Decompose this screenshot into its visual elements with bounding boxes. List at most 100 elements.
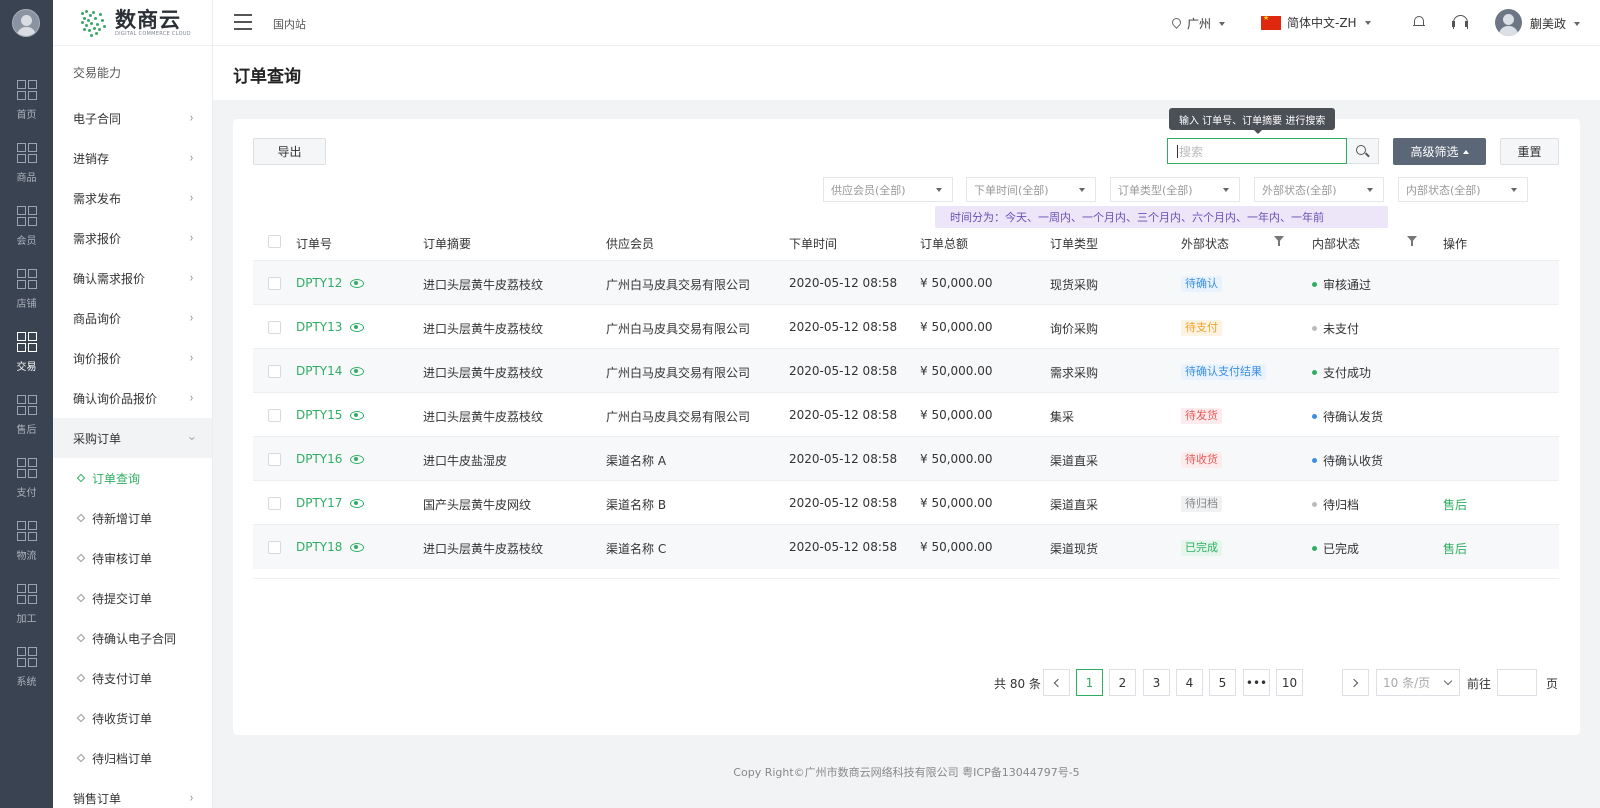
nav-item[interactable]: 电子合同 › xyxy=(53,98,212,138)
order-number-link[interactable]: DPTY18 xyxy=(296,540,365,554)
brand-logo[interactable]: 数商云 DIGITAL COMMERCE CLOUD xyxy=(53,0,212,46)
row-checkbox[interactable] xyxy=(268,497,281,510)
user-avatar[interactable] xyxy=(1495,9,1522,36)
order-number: DPTY16 xyxy=(296,452,343,466)
eye-icon[interactable] xyxy=(350,410,365,420)
footer-copyright: Copy Right©广州市数商云网络科技有限公司 粤ICP备13044797号… xyxy=(733,766,1080,779)
row-checkbox[interactable] xyxy=(268,365,281,378)
avatar[interactable] xyxy=(12,9,40,37)
goto-page-input[interactable] xyxy=(1497,669,1537,696)
order-number-link[interactable]: DPTY17 xyxy=(296,496,365,510)
advanced-filter-button[interactable]: 高级筛选 xyxy=(1393,138,1486,165)
menu-toggle-icon[interactable] xyxy=(234,14,252,30)
eye-icon[interactable] xyxy=(350,542,365,552)
status-dot xyxy=(1312,458,1317,463)
filter-icon[interactable] xyxy=(1407,236,1417,246)
select-all-checkbox[interactable] xyxy=(268,235,281,248)
eye-icon[interactable] xyxy=(350,366,365,376)
filter-select-3[interactable]: 外部状态(全部) xyxy=(1254,177,1384,202)
row-checkbox[interactable] xyxy=(268,453,281,466)
search-icon[interactable] xyxy=(1347,138,1379,164)
prev-page-button[interactable] xyxy=(1043,669,1070,696)
language-selector[interactable]: 简体中文-ZH xyxy=(1261,14,1371,31)
row-checkbox[interactable] xyxy=(268,321,281,334)
page-button[interactable]: 4 xyxy=(1176,669,1203,696)
user-menu[interactable]: 蒯美政 xyxy=(1530,15,1581,32)
nav-item-purchase-orders[interactable]: 采购订单 › xyxy=(53,418,212,458)
page-button[interactable]: 5 xyxy=(1209,669,1236,696)
nav-item[interactable]: 需求发布 › xyxy=(53,178,212,218)
advanced-filter-label: 高级筛选 xyxy=(1410,145,1459,159)
rail-item-6[interactable]: 支付 xyxy=(0,448,53,510)
after-sales-link[interactable]: 售后 xyxy=(1443,540,1467,557)
row-checkbox[interactable] xyxy=(268,541,281,554)
bell-icon[interactable] xyxy=(1413,15,1425,29)
page-size-select[interactable]: 10 条/页 xyxy=(1376,669,1460,696)
nav-sub-item[interactable]: 待归档订单 xyxy=(53,738,212,778)
nav-sub-item[interactable]: 待提交订单 xyxy=(53,578,212,618)
rail-item-5[interactable]: 售后 xyxy=(0,385,53,447)
int-status-text: 审核通过 xyxy=(1323,278,1372,292)
filter-select-4[interactable]: 内部状态(全部) xyxy=(1398,177,1528,202)
cell-ext-status: 待确认 xyxy=(1181,276,1222,292)
rail-item-3[interactable]: 店铺 xyxy=(0,259,53,321)
search-input[interactable]: 搜索 xyxy=(1167,138,1347,164)
nav-sub-label: 待提交订单 xyxy=(92,591,153,606)
rail-item-0[interactable]: 首页 xyxy=(0,70,53,132)
grid-icon xyxy=(16,395,37,415)
nav-item[interactable]: 进销存 › xyxy=(53,138,212,178)
nav-sub-item[interactable]: 待审核订单 xyxy=(53,538,212,578)
rail-item-9[interactable]: 系统 xyxy=(0,637,53,699)
page-button[interactable]: 3 xyxy=(1143,669,1170,696)
chevron-right-icon: › xyxy=(189,110,194,126)
page-button[interactable]: 10 xyxy=(1276,669,1303,696)
rail-item-4[interactable]: 交易 xyxy=(0,322,53,384)
nav-sub-item[interactable]: 待新增订单 xyxy=(53,498,212,538)
rail-item-8[interactable]: 加工 xyxy=(0,574,53,636)
nav-sub-item[interactable]: 待确认电子合同 xyxy=(53,618,212,658)
nav-item[interactable]: 询价报价 › xyxy=(53,338,212,378)
order-number-link[interactable]: DPTY14 xyxy=(296,364,365,378)
eye-icon[interactable] xyxy=(350,498,365,508)
headset-icon[interactable] xyxy=(1452,15,1468,29)
cell-summary: 进口头层黄牛皮荔枝纹 xyxy=(423,542,544,556)
nav-sub-item[interactable]: 订单查询 xyxy=(53,458,212,498)
export-button[interactable]: 导出 xyxy=(253,138,326,165)
filter-select-1[interactable]: 下单时间(全部) xyxy=(966,177,1096,202)
eye-icon[interactable] xyxy=(350,322,365,332)
cell-int-status: 支付成功 xyxy=(1312,364,1371,381)
next-page-button[interactable] xyxy=(1342,669,1369,696)
eye-icon[interactable] xyxy=(350,454,365,464)
rail-item-2[interactable]: 会员 xyxy=(0,196,53,258)
nav-sub-item[interactable]: 待支付订单 xyxy=(53,658,212,698)
city-selector[interactable]: 广州 xyxy=(1172,15,1226,32)
nav-item[interactable]: 确认需求报价 › xyxy=(53,258,212,298)
logo-mark-icon xyxy=(79,8,109,38)
rail-item-7[interactable]: 物流 xyxy=(0,511,53,573)
row-checkbox[interactable] xyxy=(268,277,281,290)
filter-select-0[interactable]: 供应会员(全部) xyxy=(823,177,953,202)
rail-item-1[interactable]: 商品 xyxy=(0,133,53,195)
nav-sub-item[interactable]: 待收货订单 xyxy=(53,698,212,738)
eye-icon[interactable] xyxy=(350,278,365,288)
nav-item-sales-orders[interactable]: 销售订单 › xyxy=(53,778,212,808)
order-number-link[interactable]: DPTY13 xyxy=(296,320,365,334)
nav-item[interactable]: 需求报价 › xyxy=(53,218,212,258)
order-number-link[interactable]: DPTY12 xyxy=(296,276,365,290)
row-checkbox[interactable] xyxy=(268,409,281,422)
reset-button[interactable]: 重置 xyxy=(1500,138,1559,165)
page-button[interactable]: 2 xyxy=(1109,669,1136,696)
nav-item[interactable]: 确认询价品报价 › xyxy=(53,378,212,418)
filter-select-2[interactable]: 订单类型(全部) xyxy=(1110,177,1240,202)
nav-item[interactable]: 商品询价 › xyxy=(53,298,212,338)
after-sales-link[interactable]: 售后 xyxy=(1443,496,1467,513)
status-badge: 待收货 xyxy=(1181,452,1222,468)
order-card: 导出 输入 订单号、订单摘要 进行搜索 搜索 高级筛选 重置 供应会员(全部) 下… xyxy=(233,108,1580,735)
caret-down-icon xyxy=(1511,187,1517,192)
order-number-link[interactable]: DPTY16 xyxy=(296,452,365,466)
diamond-icon xyxy=(76,553,86,563)
filter-icon[interactable] xyxy=(1274,236,1284,246)
ellipsis-icon[interactable]: ••• xyxy=(1243,669,1270,696)
order-number-link[interactable]: DPTY15 xyxy=(296,408,365,422)
page-button[interactable]: 1 xyxy=(1076,669,1103,696)
